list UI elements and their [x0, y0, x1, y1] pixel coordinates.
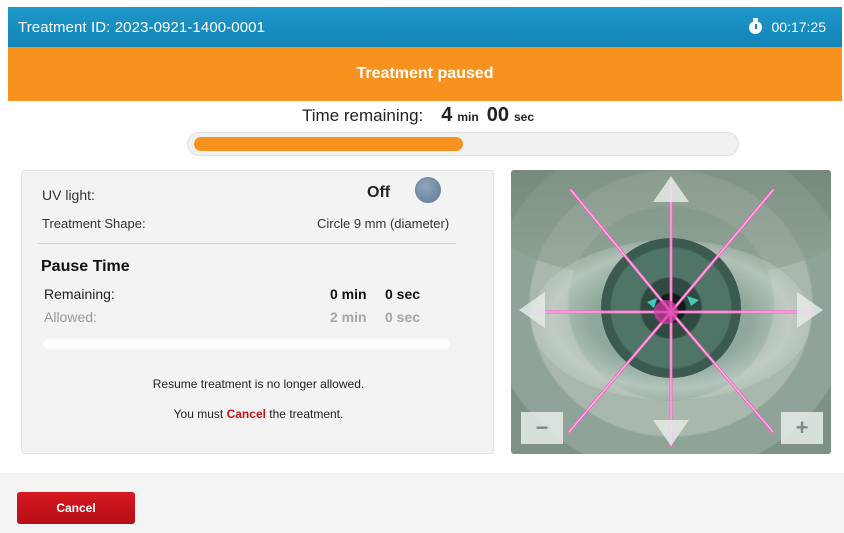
footer-bar: Cancel [0, 473, 844, 533]
reflection-glint [687, 296, 699, 306]
time-remaining-label: Time remaining: [302, 106, 424, 125]
pause-remaining-min: 0 min [330, 286, 367, 302]
move-left-arrow-icon[interactable] [519, 292, 545, 328]
pause-remaining-label: Remaining: [44, 286, 115, 302]
time-remaining-minutes: 4 [441, 104, 453, 126]
must-cancel-suffix: the treatment. [269, 407, 344, 421]
laser-center-spot [654, 300, 678, 324]
eye-camera-view: − + [511, 170, 831, 454]
time-remaining-sec-unit: sec [513, 110, 534, 124]
uv-indicator-icon [415, 177, 441, 203]
time-remaining: Time remaining: 4 min 00 sec [0, 104, 844, 127]
pause-progress-bar [44, 339, 450, 349]
treatment-shape-label: Treatment Shape: [42, 216, 146, 231]
uv-light-label: UV light: [42, 187, 95, 203]
move-right-arrow-icon[interactable] [797, 292, 823, 328]
zoom-in-button[interactable]: + [781, 412, 823, 444]
pause-allowed-label: Allowed: [44, 309, 97, 325]
elapsed-time: 00:17:25 [771, 19, 827, 35]
info-panel: UV light: Off Treatment Shape: Circle 9 … [21, 170, 494, 454]
time-remaining-seconds: 00 [486, 104, 509, 126]
pause-allowed-sec: 0 sec [385, 309, 421, 325]
status-message: Treatment paused [356, 65, 494, 82]
top-bar: Treatment ID: 2023-0921-1400-0001 00:17:… [8, 7, 842, 47]
divider [38, 243, 456, 244]
status-banner: Treatment paused [8, 47, 842, 101]
pause-remaining-sec: 0 sec [385, 286, 421, 302]
resume-not-allowed-message: Resume treatment is no longer allowed. [152, 377, 365, 391]
must-cancel-keyword: Cancel [226, 407, 266, 421]
treatment-screen: Treatment ID: 2023-0921-1400-0001 00:17:… [0, 0, 844, 533]
treatment-progress-bar [187, 132, 739, 156]
treatment-shape-value: Circle 9 mm (diameter) [317, 216, 450, 231]
elapsed-clock: 00:17:25 [748, 17, 827, 35]
treatment-progress-fill [194, 137, 463, 151]
move-down-arrow-icon[interactable] [653, 420, 689, 446]
must-cancel-prefix: You must [173, 407, 224, 421]
cancel-button[interactable]: Cancel [17, 492, 135, 524]
stopwatch-icon [748, 17, 762, 34]
uv-light-state: Off [367, 184, 391, 201]
move-up-arrow-icon[interactable] [653, 176, 689, 202]
time-remaining-min-unit: min [457, 110, 479, 124]
pause-time-title: Pause Time [41, 258, 130, 275]
pause-allowed-min: 2 min [330, 309, 367, 325]
must-cancel-message: You must Cancel the treatment. [22, 407, 495, 421]
zoom-out-button[interactable]: − [521, 412, 563, 444]
treatment-id: Treatment ID: 2023-0921-1400-0001 [18, 18, 266, 36]
